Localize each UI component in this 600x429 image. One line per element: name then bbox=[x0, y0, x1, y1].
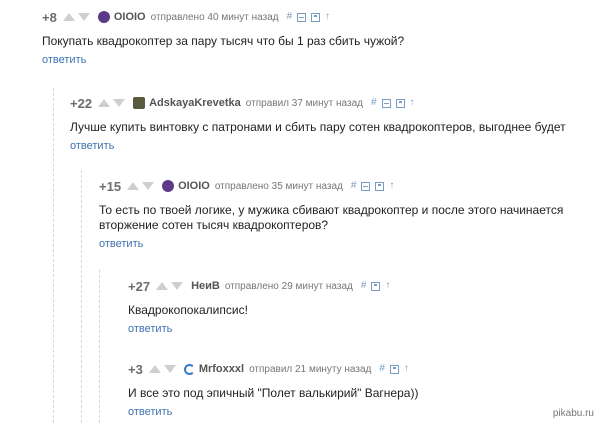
reply-link[interactable]: ответить bbox=[42, 54, 86, 66]
save-icon[interactable] bbox=[371, 281, 381, 291]
hash-icon[interactable]: # bbox=[351, 181, 357, 191]
comment-header: +15 OIOIO отправлено 35 минут назад # ↑ bbox=[99, 177, 584, 195]
hash-icon[interactable]: # bbox=[361, 281, 367, 291]
upvote-icon[interactable] bbox=[156, 282, 169, 290]
comment-author[interactable]: OIOIO bbox=[178, 180, 210, 192]
comment: +22 AdskayaKrevetka отправил 37 минут на… bbox=[70, 94, 580, 154]
comment-author[interactable]: AdskayaKrevetka bbox=[149, 97, 241, 109]
comment-score: +22 bbox=[70, 95, 93, 111]
save-icon[interactable] bbox=[375, 181, 385, 191]
downvote-icon[interactable] bbox=[77, 13, 90, 21]
comment-tools: # ↑ bbox=[351, 181, 394, 191]
comment-text: И все это под эпичный "Полет валькирий" … bbox=[128, 386, 419, 400]
purple-avatar-icon[interactable] bbox=[97, 11, 110, 23]
comment-author[interactable]: Mrfoxxxl bbox=[199, 363, 244, 375]
up-arrow-icon[interactable]: ↑ bbox=[404, 364, 409, 374]
comment-timestamp: отправлено 40 минут назад bbox=[150, 11, 279, 23]
comment-text-line: То есть по твоей логике, у мужика сбиваю… bbox=[99, 203, 564, 217]
comment-author[interactable]: НеиВ bbox=[191, 280, 220, 292]
comment-tools: # ↑ bbox=[371, 98, 415, 108]
comment-timestamp: отправлено 29 минут назад bbox=[224, 280, 353, 292]
downvote-icon[interactable] bbox=[113, 99, 126, 107]
reply-link[interactable]: ответить bbox=[128, 406, 172, 418]
comment-text: Квадрокопокалипсис! bbox=[128, 303, 248, 317]
reply-link[interactable]: ответить bbox=[70, 140, 114, 152]
comment: +15 OIOIO отправлено 35 минут назад # ↑ … bbox=[99, 177, 584, 252]
comment-text: То есть по твоей логике, у мужика сбиваю… bbox=[99, 203, 584, 233]
save-icon[interactable] bbox=[395, 98, 405, 108]
up-arrow-icon[interactable]: ↑ bbox=[410, 98, 415, 108]
comment-tools: # ↑ bbox=[287, 12, 330, 22]
site-watermark: pikabu.ru bbox=[552, 408, 594, 419]
comment-author[interactable]: OIOIO bbox=[114, 11, 146, 23]
hash-icon[interactable]: # bbox=[379, 364, 385, 374]
minus-box-icon[interactable] bbox=[361, 181, 371, 191]
comment-text-line: вторжение сотен тысяч квадрокоптеров? bbox=[99, 218, 329, 232]
comment-header: +8 OIOIO отправлено 40 минут назад # ↑ bbox=[42, 8, 582, 26]
comment-score: +15 bbox=[99, 178, 122, 194]
up-arrow-icon[interactable]: ↑ bbox=[385, 281, 390, 291]
shrimp-avatar-icon[interactable] bbox=[133, 97, 146, 109]
upvote-icon[interactable] bbox=[127, 182, 140, 190]
comment-text: Покупать квадрокоптер за пару тысяч что … bbox=[42, 34, 405, 48]
downvote-icon[interactable] bbox=[142, 182, 155, 190]
thread-line bbox=[53, 88, 54, 423]
comment-score: +3 bbox=[128, 361, 143, 377]
upvote-icon[interactable] bbox=[62, 13, 75, 21]
upvote-icon[interactable] bbox=[148, 365, 161, 373]
swirl-avatar-icon[interactable] bbox=[183, 363, 195, 375]
comment-header: +3 Mrfoxxxl отправил 21 минуту назад # ↑ bbox=[128, 360, 578, 378]
minus-box-icon[interactable] bbox=[297, 12, 307, 22]
purple-avatar-icon[interactable] bbox=[162, 180, 175, 192]
reply-link[interactable]: ответить bbox=[128, 323, 172, 335]
save-icon[interactable] bbox=[389, 364, 399, 374]
comment: +3 Mrfoxxxl отправил 21 минуту назад # ↑… bbox=[128, 360, 578, 420]
comment-header: +27 НеиВ отправлено 29 минут назад # ↑ bbox=[128, 277, 578, 295]
downvote-icon[interactable] bbox=[163, 365, 176, 373]
comment-tools: # ↑ bbox=[361, 281, 390, 291]
hash-icon[interactable]: # bbox=[287, 12, 293, 22]
upvote-icon[interactable] bbox=[98, 99, 111, 107]
comment: +27 НеиВ отправлено 29 минут назад # ↑ К… bbox=[128, 277, 578, 337]
hash-icon[interactable]: # bbox=[371, 98, 377, 108]
minus-box-icon[interactable] bbox=[381, 98, 391, 108]
save-icon[interactable] bbox=[311, 12, 321, 22]
comment-score: +27 bbox=[128, 278, 151, 294]
comment-timestamp: отправил 37 минут назад bbox=[245, 97, 363, 109]
thread-line bbox=[99, 270, 100, 423]
thread-line bbox=[81, 170, 82, 423]
comment-text: Лучше купить винтовку с патронами и сбит… bbox=[70, 120, 566, 134]
comment-score: +8 bbox=[42, 9, 57, 25]
comment-tools: # ↑ bbox=[379, 364, 409, 374]
comment-header: +22 AdskayaKrevetka отправил 37 минут на… bbox=[70, 94, 580, 112]
reply-link[interactable]: ответить bbox=[99, 238, 143, 250]
comment-timestamp: отправил 21 минуту назад bbox=[249, 363, 372, 375]
comment-timestamp: отправлено 35 минут назад bbox=[214, 180, 343, 192]
downvote-icon[interactable] bbox=[171, 282, 184, 290]
comment: +8 OIOIO отправлено 40 минут назад # ↑ П… bbox=[42, 8, 582, 68]
up-arrow-icon[interactable]: ↑ bbox=[389, 181, 394, 191]
up-arrow-icon[interactable]: ↑ bbox=[325, 12, 330, 22]
